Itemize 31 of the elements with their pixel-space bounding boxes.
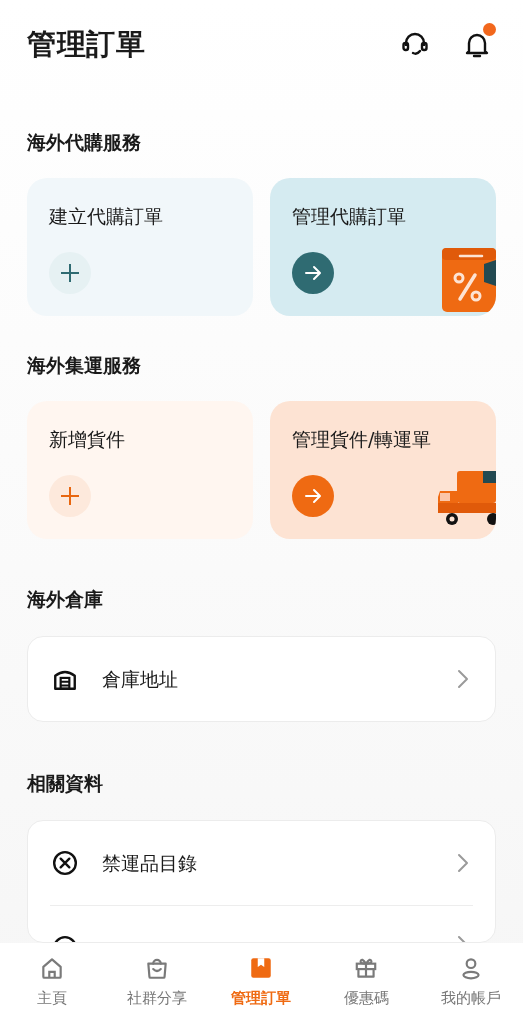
arrow-button[interactable]	[292, 475, 334, 517]
card-label: 建立代購訂單	[49, 204, 164, 229]
manage-card[interactable]: 管理代購訂單	[270, 178, 496, 316]
list-item[interactable]: 倉庫地址	[28, 637, 495, 721]
card-label: 管理貨件/轉運單	[292, 427, 433, 452]
card-label: 管理代購訂單	[292, 204, 407, 229]
item-label: 倉庫地址	[102, 666, 178, 692]
arrow-right-icon	[303, 486, 323, 506]
section-title: 海外倉庫	[27, 587, 104, 612]
section-title: 海外集運服務	[27, 353, 142, 378]
section-title: 相關資料	[27, 771, 104, 796]
create-card[interactable]: 建立代購訂單	[27, 178, 253, 316]
create-card[interactable]: 新增貨件	[27, 401, 253, 539]
card-label: 新增貨件	[49, 427, 126, 452]
nav-tab[interactable]: 社群分享	[104, 943, 210, 1024]
item-label: 禁運品目錄	[102, 850, 197, 876]
plus-icon	[59, 262, 81, 284]
plus-icon	[59, 485, 81, 507]
arrow-button[interactable]	[292, 252, 334, 294]
add-button[interactable]	[49, 252, 91, 294]
add-button[interactable]	[49, 475, 91, 517]
nav-tab[interactable]: 我的帳戶	[418, 943, 523, 1024]
list-item[interactable]: 禁運品目錄	[28, 821, 495, 905]
shopping-bag-percent-drawing	[442, 248, 496, 312]
section-title: 海外代購服務	[27, 130, 142, 155]
nav-tab[interactable]: 主頁	[0, 943, 105, 1024]
page-title: 管理訂單	[27, 26, 146, 64]
cross-circle-icon	[52, 850, 78, 876]
nav-tab[interactable]: 優惠碼	[313, 943, 419, 1024]
arrow-right-icon	[303, 263, 323, 283]
manage-card[interactable]: 管理貨件/轉運單	[270, 401, 496, 539]
